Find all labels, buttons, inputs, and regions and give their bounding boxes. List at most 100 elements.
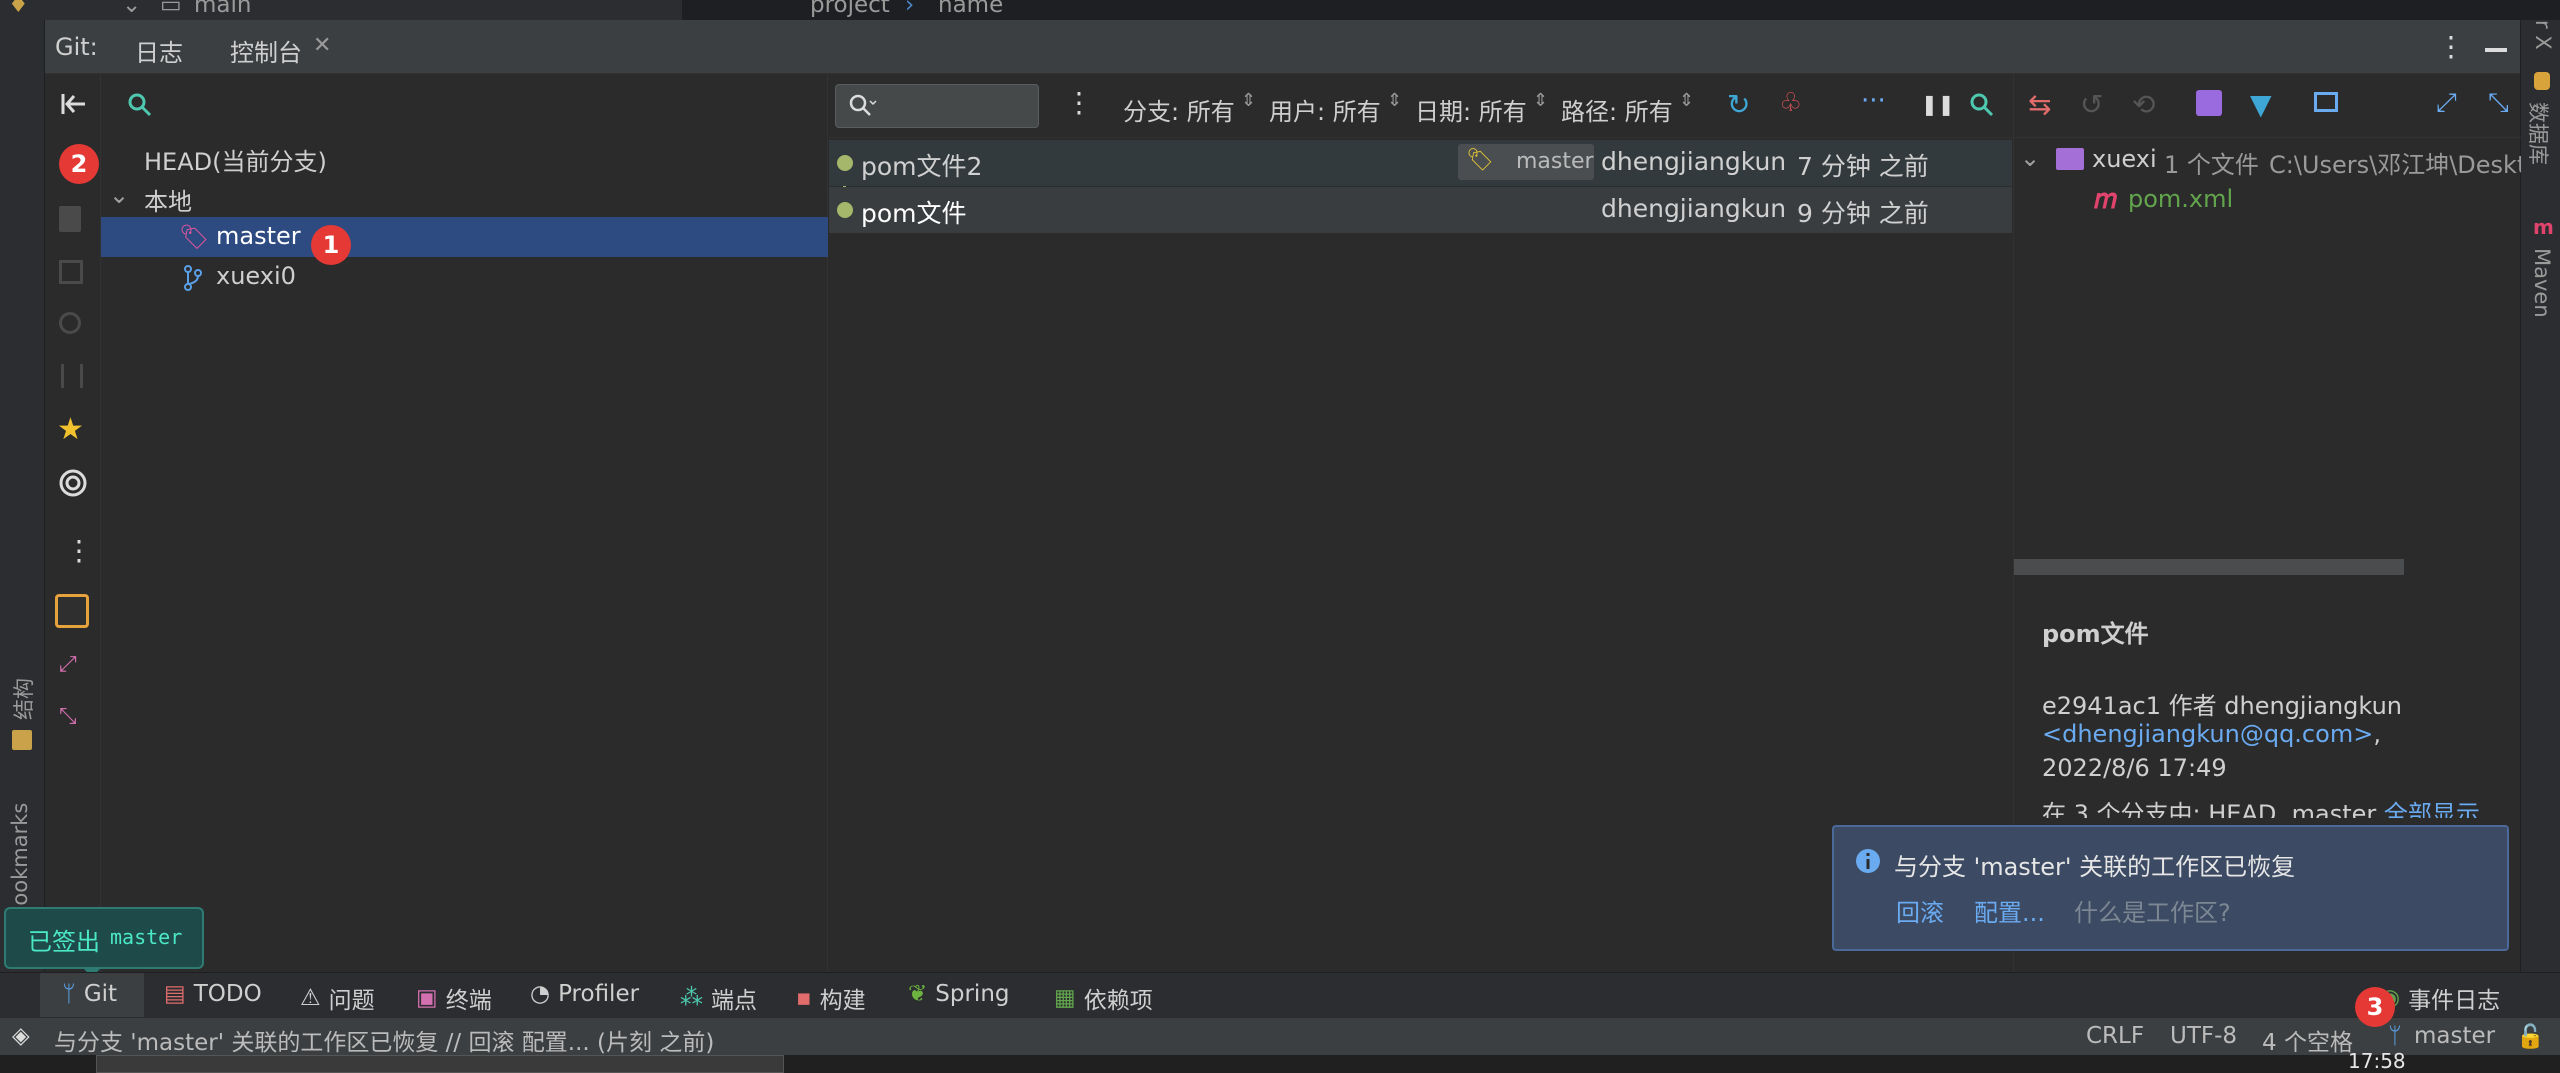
commit-author: dhengjiangkun [1601,147,1787,176]
layers-icon[interactable]: ◈ [12,1023,30,1049]
indent-setting[interactable]: 4 个空格 [2262,1023,2353,1057]
line-separator[interactable]: CRLF [2086,1023,2144,1049]
revert-icon[interactable]: ↺ [2080,88,2103,121]
breadcrumb-main[interactable]: main [194,0,251,18]
refresh-icon[interactable]: ↻ [1727,88,1750,121]
expand-all-icon[interactable]: ⤢ [59,652,77,677]
branch-head-label: HEAD(当前分支) [144,148,327,176]
branch-label: master [216,222,301,250]
group-by-icon[interactable] [55,594,89,628]
tool-git[interactable]: ᛘ Git [62,981,117,1007]
tab-console[interactable]: 控制台 [230,33,302,68]
folder-icon [2056,148,2084,170]
show-all-link[interactable]: 全部显示 [2384,800,2480,818]
chevron-down-icon[interactable]: ⌄ [2020,144,2040,172]
rollback-link[interactable]: 回滚 [1896,893,1944,928]
delete-icon[interactable] [59,206,81,232]
local-group[interactable]: ⌄ 本地 [101,177,828,217]
branch-label: xuexi0 [216,262,296,290]
annotation-badge-3: 3 [2355,987,2395,1027]
filter-branch[interactable]: 分支: 所有 [1123,92,1235,127]
filter-user[interactable]: 用户: 所有 [1269,92,1381,127]
tool-label: 问题 [328,988,375,1014]
filter-options-icon[interactable]: ⋮ [1065,86,1093,119]
branch-item-master[interactable]: 🏷 master [101,217,828,257]
log-search-input[interactable] [835,84,1039,128]
commit-subject: pom文件 [2042,620,2149,648]
search-icon[interactable] [127,92,153,118]
lock-icon[interactable]: 🔓 [2516,1023,2545,1050]
changes-root-node[interactable]: ⌄ xuexi 1 个文件 C:\Users\邓江坤\Deskt [2014,140,2521,180]
commit-row[interactable]: pom文件2 🏷 master dhengjiangkun 7 分钟 之前 [829,140,2012,186]
target-icon[interactable] [58,468,88,498]
favorite-star-icon[interactable]: ★ [57,412,84,447]
file-name: pom.xml [2128,185,2234,213]
database-icon [2534,72,2550,90]
maven-tab[interactable]: Maven [2530,248,2554,318]
tool-endpoints[interactable]: ⁂ 端点 [680,981,757,1015]
terminal-icon: ▣ [416,985,438,1011]
configure-link[interactable]: 配置... [1974,893,2045,928]
horizontal-scrollbar[interactable] [2014,559,2404,575]
local-group-label: 本地 [144,188,192,216]
branches-text: 在 3 个分支中: HEAD, master [2042,800,2377,818]
structure-icon [12,730,32,750]
collapse-panel-icon[interactable] [59,90,87,118]
diff-icon[interactable]: ⇆ [2028,88,2051,121]
tool-profiler[interactable]: ◔ Profiler [530,981,639,1007]
branch-head[interactable]: HEAD(当前分支) [101,137,828,177]
tool-label: 终端 [445,988,492,1014]
expand-icon[interactable]: ⤢ [2436,88,2457,119]
branch-item-xuexi0[interactable]: xuexi0 [101,257,828,297]
tool-todo[interactable]: ▤ TODO [164,981,262,1007]
bookmarks-tab[interactable]: Bookmarks [8,803,32,920]
structure-tab[interactable]: 结构 [8,678,38,720]
close-icon[interactable]: ✕ [313,33,331,58]
tool-label: 端点 [711,988,757,1014]
minimize-icon[interactable] [2485,48,2507,52]
collapse-all-icon[interactable]: ⤡ [59,704,77,729]
tool-problems[interactable]: ⚠ 问题 [300,981,375,1015]
author-email[interactable]: <dhengjiangkun@qq.com> [2042,720,2373,748]
commit-row[interactable]: pom文件 dhengjiangkun 9 分钟 之前 [829,187,2012,233]
layout-icon[interactable] [2314,92,2338,112]
filter-icon[interactable]: ▼ [2250,88,2272,121]
tool-terminal[interactable]: ▣ 终端 [416,981,492,1015]
todo-icon: ▤ [164,981,186,1007]
group-icon[interactable] [2196,90,2222,116]
file-encoding[interactable]: UTF-8 [2170,1023,2237,1049]
filter-path[interactable]: 路径: 所有 [1561,92,1673,127]
commit-message: pom文件 [861,199,967,228]
ref-label-text: master [1516,149,1594,174]
taskbar-search[interactable] [96,1055,784,1073]
collapse-icon[interactable]: ⤡ [2488,88,2509,119]
branch-icon[interactable] [61,364,83,388]
more-icon[interactable]: ··· [1861,86,1886,116]
tool-spring[interactable]: ❦ Spring [908,981,1010,1007]
branch-icon: ᛘ [62,981,76,1007]
history-icon[interactable]: ⟲ [2132,88,2155,121]
search-icon[interactable] [1969,92,1995,118]
changed-file-item[interactable]: 𝑚 pom.xml [2014,180,2521,220]
breadcrumb-project[interactable]: project [810,0,890,18]
tool-build[interactable]: ▪ 构建 [796,981,866,1015]
tool-event-log[interactable]: ◉事件日志 [2380,981,2500,1015]
compare-icon[interactable] [59,260,83,284]
database-tab[interactable]: 数据库 [2524,102,2554,165]
tab-log[interactable]: 日志 [117,33,201,84]
pause-icon[interactable]: ❚❚ [1921,92,1955,116]
more-options-icon[interactable]: ⋮ [2437,30,2465,63]
cherry-pick-icon[interactable]: ♧ [1779,88,1802,118]
status-message[interactable]: 与分支 'master' 关联的工作区已恢复 // 回滚 配置... (片刻 之… [54,1023,714,1057]
more-actions-icon[interactable]: ⋮ [65,534,93,567]
status-branch[interactable]: master [2414,1023,2495,1049]
endpoints-icon: ⁂ [680,985,703,1011]
what-is-workspace-link[interactable]: 什么是工作区? [2074,893,2231,928]
chevron-down-icon[interactable]: ⌄ [109,181,129,209]
tool-dependencies[interactable]: ▦ 依赖项 [1054,981,1153,1015]
search-icon[interactable] [59,312,81,334]
filter-date[interactable]: 日期: 所有 [1415,92,1527,127]
partial-tab[interactable]: r X [2531,20,2555,50]
git-title: Git: [55,33,98,61]
breadcrumb-name[interactable]: name [938,0,1003,18]
